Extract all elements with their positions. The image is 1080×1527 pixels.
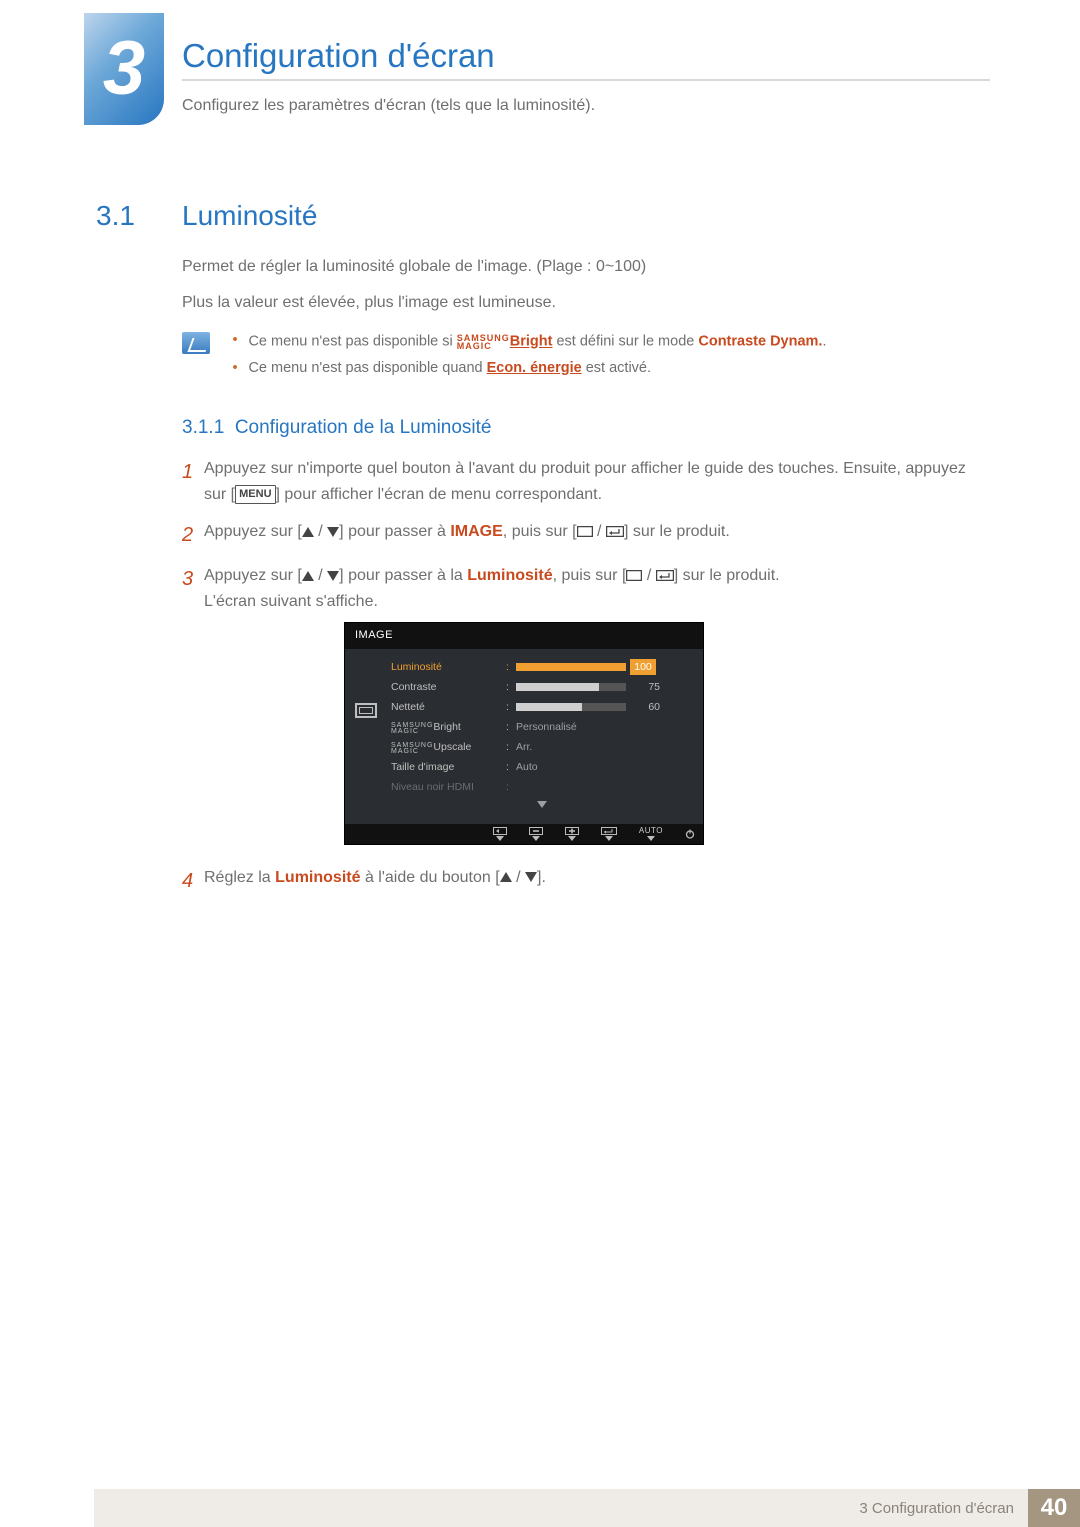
step-number: 4 — [182, 865, 204, 897]
osd-plus-icon — [565, 827, 579, 841]
osd-row-magicupscale: SAMSUNGMAGICUpscale : Arr. — [391, 737, 693, 757]
osd-row-magicbright: SAMSUNGMAGICBright : Personnalisé — [391, 717, 693, 737]
chapter-number: 3 — [103, 31, 145, 107]
osd-row-nettete: Netteté : 60 — [391, 697, 693, 717]
chapter-subtitle: Configurez les paramètres d'écran (tels … — [182, 97, 990, 115]
osd-footer: AUTO — [345, 824, 703, 844]
body-para-1: Permet de régler la luminosité globale d… — [182, 256, 990, 278]
source-rect-icon — [577, 526, 593, 537]
footer-text: 3 Configuration d'écran — [94, 1489, 1028, 1527]
note-item-1: Ce menu n'est pas disponible si SAMSUNGM… — [232, 332, 986, 350]
triangle-up-icon — [302, 571, 314, 581]
triangle-up-icon — [500, 872, 512, 882]
page-footer: 3 Configuration d'écran 40 — [94, 1489, 1080, 1527]
triangle-up-icon — [302, 527, 314, 537]
osd-power-icon — [685, 829, 695, 839]
step-number: 3 — [182, 563, 204, 852]
chapter-title: Configuration d'écran — [182, 37, 990, 75]
osd-row-hdmi: Niveau noir HDMI : — [391, 777, 693, 797]
osd-title: IMAGE — [345, 623, 703, 649]
step-1: 1 Appuyez sur n'importe quel bouton à l'… — [182, 456, 990, 507]
page-number: 40 — [1028, 1489, 1080, 1527]
osd-screenshot: IMAGE Luminosité : 100 Contraste : — [344, 622, 704, 844]
osd-category-icon — [355, 703, 377, 718]
divider — [182, 79, 990, 81]
osd-row-luminosite: Luminosité : 100 — [391, 657, 693, 677]
osd-back-icon — [493, 827, 507, 841]
chapter-badge: 3 — [84, 13, 164, 125]
section-number: 3.1 — [96, 200, 135, 232]
source-rect-icon — [626, 570, 642, 581]
menu-button-icon: MENU — [235, 485, 275, 505]
osd-row-taille: Taille d'image : Auto — [391, 757, 693, 777]
note-block: Ce menu n'est pas disponible si SAMSUNGM… — [182, 332, 990, 386]
body-para-2: Plus la valeur est élevée, plus l'image … — [182, 292, 990, 314]
step-3: 3 Appuyez sur [ / ] pour passer à la Lum… — [182, 563, 990, 852]
osd-minus-icon — [529, 827, 543, 841]
osd-row-contraste: Contraste : 75 — [391, 677, 693, 697]
triangle-down-icon — [327, 571, 339, 581]
triangle-down-icon — [327, 527, 339, 537]
enter-rect-icon — [606, 526, 624, 537]
step-2: 2 Appuyez sur [ / ] pour passer à IMAGE,… — [182, 519, 990, 551]
section-title: Luminosité — [182, 200, 317, 232]
step-number: 1 — [182, 456, 204, 507]
chevron-down-icon — [537, 801, 547, 808]
note-item-2: Ce menu n'est pas disponible quand Econ.… — [232, 360, 986, 376]
note-icon — [182, 332, 210, 354]
step-4: 4 Réglez la Luminosité à l'aide du bouto… — [182, 865, 990, 897]
step-number: 2 — [182, 519, 204, 551]
note-list: Ce menu n'est pas disponible si SAMSUNGM… — [232, 332, 986, 386]
osd-nav-down — [391, 797, 693, 818]
enter-rect-icon — [656, 570, 674, 581]
steps-list: 1 Appuyez sur n'importe quel bouton à l'… — [182, 456, 990, 909]
chapter-header: Configuration d'écran Configurez les par… — [182, 37, 990, 115]
osd-enter-icon — [601, 827, 617, 841]
subsection-heading: 3.1.1 Configuration de la Luminosité — [182, 417, 492, 439]
osd-auto-label: AUTO — [639, 827, 663, 841]
samsung-magic-logo: SAMSUNGMAGIC — [457, 335, 510, 350]
triangle-down-icon — [525, 872, 537, 882]
